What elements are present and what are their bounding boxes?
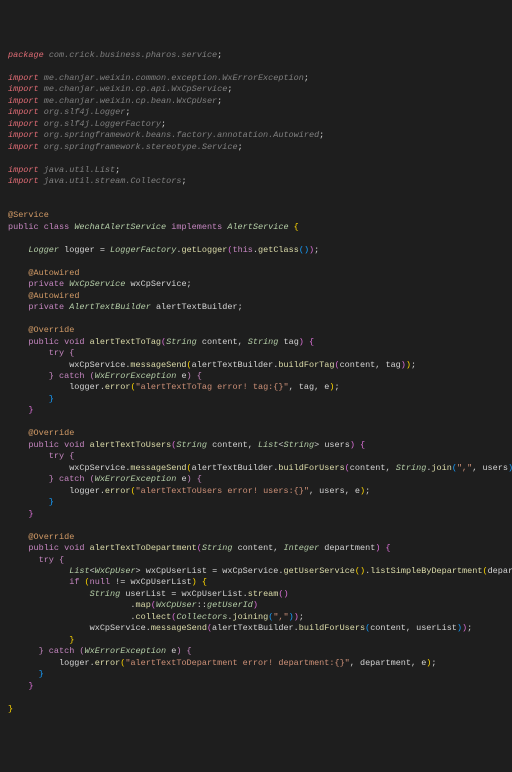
close-brace: } — [8, 669, 44, 679]
import-line: import org.slf4j.LoggerFactory; — [8, 119, 166, 129]
pkg-line: package com.crick.business.pharos.servic… — [8, 50, 222, 60]
close-brace: } — [8, 681, 34, 691]
stmt-line: .map(WxCpUser::getUserId) — [8, 600, 258, 610]
log-line: logger.error("alertTextToDepartment erro… — [8, 658, 437, 668]
annotation: @Service — [8, 210, 49, 220]
close-brace: } — [8, 405, 34, 415]
call-line: wxCpService.messageSend(alertTextBuilder… — [8, 360, 416, 370]
import-line: import org.springframework.stereotype.Se… — [8, 142, 243, 152]
stmt-line: List<WxCpUser> wxCpUserList = wxCpServic… — [8, 566, 512, 576]
class-decl: public class WechatAlertService implemen… — [8, 222, 299, 232]
field-alerttextbuilder: private AlertTextBuilder alertTextBuilde… — [8, 302, 243, 312]
log-line: logger.error("alertTextToTag error! tag:… — [8, 382, 340, 392]
field-logger: Logger logger = LoggerFactory.getLogger(… — [8, 245, 319, 255]
import-line: import java.util.List; — [8, 165, 120, 175]
annotation: @Override — [8, 428, 74, 438]
close-brace: } — [8, 635, 74, 645]
import-line: import org.slf4j.Logger; — [8, 107, 130, 117]
code-viewer: package com.crick.business.pharos.servic… — [8, 50, 504, 715]
catch-line: } catch (WxErrorException e) { — [8, 371, 202, 381]
method-alerttexttousers-sig: public void alertTextToUsers(String cont… — [8, 440, 365, 450]
annotation: @Autowired — [8, 268, 79, 278]
try-line: try { — [8, 451, 74, 461]
import-line: import org.springframework.beans.factory… — [8, 130, 324, 140]
import-line: import java.util.stream.Collectors; — [8, 176, 187, 186]
try-line: try { — [8, 555, 64, 565]
method-alerttexttotag-sig: public void alertTextToTag(String conten… — [8, 337, 314, 347]
close-brace: } — [8, 509, 34, 519]
stmt-line: wxCpService.messageSend(alertTextBuilder… — [8, 623, 472, 633]
close-brace: } — [8, 704, 13, 714]
import-line: import me.chanjar.weixin.cp.api.WxCpServ… — [8, 84, 232, 94]
catch-line: } catch (WxErrorException e) { — [8, 474, 202, 484]
annotation: @Override — [8, 532, 74, 542]
annotation: @Override — [8, 325, 74, 335]
close-brace: } — [8, 497, 54, 507]
if-line: if (null != wxCpUserList) { — [8, 577, 207, 587]
call-line: wxCpService.messageSend(alertTextBuilder… — [8, 463, 512, 473]
stmt-line: .collect(Collectors.joining(",")); — [8, 612, 304, 622]
catch-line: } catch (WxErrorException e) { — [8, 646, 192, 656]
import-line: import me.chanjar.weixin.common.exceptio… — [8, 73, 309, 83]
log-line: logger.error("alertTextToUsers error! us… — [8, 486, 370, 496]
try-line: try { — [8, 348, 74, 358]
stmt-line: String userList = wxCpUserList.stream() — [8, 589, 289, 599]
method-alerttexttodepartment-sig: public void alertTextToDepartment(String… — [8, 543, 391, 553]
close-brace: } — [8, 394, 54, 404]
import-line: import me.chanjar.weixin.cp.bean.WxCpUse… — [8, 96, 222, 106]
annotation: @Autowired — [8, 291, 79, 301]
field-wxcpservice: private WxCpService wxCpService; — [8, 279, 192, 289]
